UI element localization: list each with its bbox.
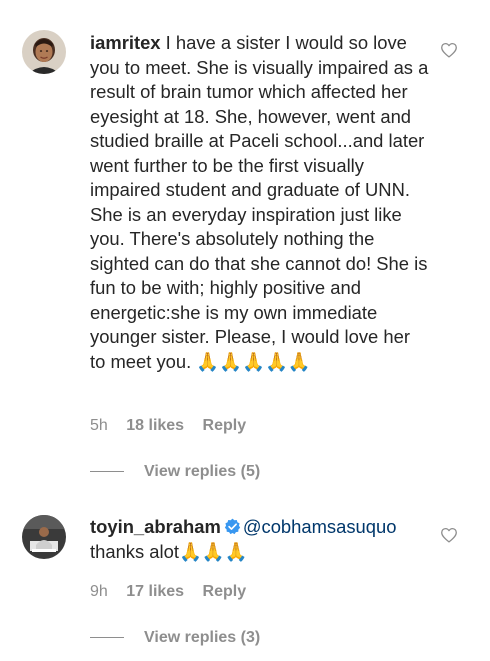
replies-divider-line [90, 471, 124, 473]
verified-badge-icon [224, 518, 240, 535]
comment-likes[interactable]: 18 likes [126, 417, 184, 434]
view-replies-label: View replies (5) [144, 463, 261, 480]
comment-time: 9h [90, 583, 108, 600]
replies-divider-line [90, 637, 124, 639]
person-avatar-icon [22, 515, 66, 559]
comment-body: toyin_abraham @cobhamsasuquo thanks alot… [90, 515, 430, 564]
avatar[interactable] [22, 30, 66, 74]
comment-body: iamritex I have a sister I would so love… [90, 31, 430, 374]
comment-meta: 9h 17 likes Reply [90, 583, 260, 601]
comment-likes[interactable]: 17 likes [126, 583, 184, 600]
comment-time: 5h [90, 417, 108, 434]
avatar[interactable] [22, 515, 66, 559]
view-replies-button[interactable]: View replies (5) [90, 463, 260, 481]
comment-text: thanks alot [90, 540, 179, 562]
comment-text: I have a sister I would so love you to m… [90, 32, 429, 372]
reply-button[interactable]: Reply [203, 583, 247, 600]
reply-button[interactable]: Reply [203, 417, 247, 434]
praying-hands-emoji: 🙏🙏🙏 [178, 540, 248, 562]
comment-username[interactable]: iamritex [90, 32, 161, 53]
praying-hands-emoji: 🙏🙏🙏🙏🙏 [196, 350, 311, 372]
view-replies-button[interactable]: View replies (3) [90, 629, 260, 647]
mention-link[interactable]: @cobhamsasuquo [243, 516, 397, 537]
heart-outline-icon[interactable] [440, 42, 458, 58]
person-avatar-icon [22, 30, 66, 74]
comment-username[interactable]: toyin_abraham [90, 516, 221, 537]
heart-outline-icon[interactable] [440, 527, 458, 543]
comment-meta: 5h 18 likes Reply [90, 417, 260, 435]
view-replies-label: View replies (3) [144, 629, 261, 646]
